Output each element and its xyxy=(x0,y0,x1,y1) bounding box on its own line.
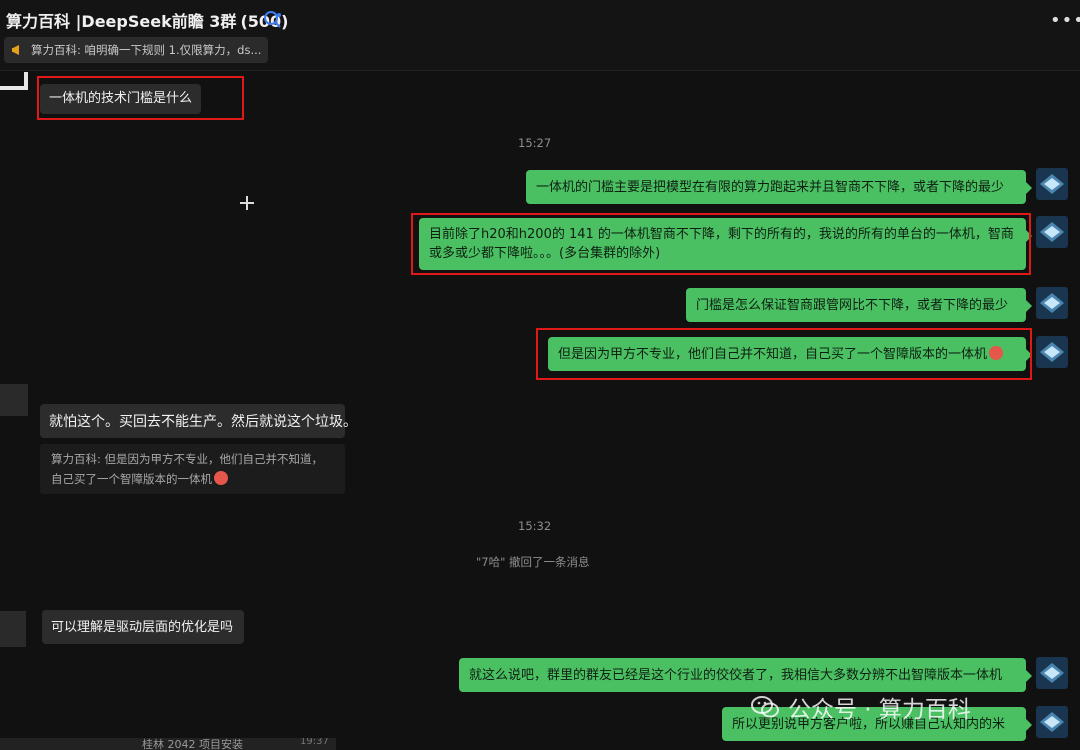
message-text: 可以理解是驱动层面的优化是吗 xyxy=(51,620,234,635)
message-text: 就这么说吧，群里的群友已经是这个行业的佼佼者了，我相信大多数分辨不出智障版本一体… xyxy=(469,668,1003,683)
message-bubble-left[interactable]: 可以理解是驱动层面的优化是吗 xyxy=(42,610,244,644)
message-text: 门槛是怎么保证智商跟管网比不下降，或者下降的最少 xyxy=(696,298,1009,313)
message-bubble-left[interactable]: 一体机的技术门槛是什么 xyxy=(40,84,202,114)
chip-avatar-icon[interactable] xyxy=(1036,216,1068,248)
wechat-watermark: 公众号 · 算力百科 xyxy=(750,690,971,724)
avatar-partial-edge xyxy=(24,72,28,90)
message-text: 但是因为甲方不专业，他们自己并不知道，自己买了一个智障版本的一体机 xyxy=(558,347,988,362)
chip-avatar-icon[interactable] xyxy=(1036,287,1068,319)
recall-notice: "7哈" 撤回了一条消息 xyxy=(476,555,590,569)
user-avatar[interactable] xyxy=(0,384,28,416)
background-window-strip: 桂林 2042 项目安装 19:37 xyxy=(0,738,336,750)
wechat-logo-icon xyxy=(751,696,779,718)
message-bubble-right[interactable]: 一体机的门槛主要是把模型在有限的算力跑起来并且智商不下降，或者下降的最少 xyxy=(526,170,1032,204)
message-text: 目前除了h20和h200的 141 的一体机智商不下降，剩下的所有的，我说的所有… xyxy=(429,227,1014,261)
message-text: 一体机的门槛主要是把模型在有限的算力跑起来并且智商不下降，或者下降的最少 xyxy=(536,180,1005,195)
message-bubble-left[interactable]: 就怕这个。买回去不能生产。然后就说这个垃圾。 xyxy=(40,404,357,438)
pinned-message[interactable]: 算力百科: 咱明确一下规则 1.仅限算力，ds... xyxy=(4,37,268,63)
message-text: 就怕这个。买回去不能生产。然后就说这个垃圾。 xyxy=(49,414,357,430)
message-bubble-right[interactable]: 但是因为甲方不专业，他们自己并不知道，自己买了一个智障版本的一体机 xyxy=(548,337,1032,371)
message-text: 一体机的技术门槛是什么 xyxy=(49,91,193,106)
timestamp: 15:27 xyxy=(518,136,552,150)
user-avatar[interactable] xyxy=(0,611,26,647)
timestamp: 15:32 xyxy=(518,519,552,533)
background-chat-preview: 桂林 2042 项目安装 xyxy=(142,738,243,750)
pinned-text: 算力百科: 咱明确一下规则 1.仅限算力，ds... xyxy=(31,43,262,57)
watermark-text: 公众号 · 算力百科 xyxy=(788,697,971,723)
quoted-reply[interactable]: 算力百科: 但是因为甲方不专业，他们自己并不知道，自己买了一个智障版本的一体机 xyxy=(40,444,345,494)
group-name: 算力百科 |DeepSeek前瞻 3群 xyxy=(6,12,237,31)
search-people-icon[interactable] xyxy=(263,10,283,28)
quote-text: 算力百科: 但是因为甲方不专业，他们自己并不知道，自己买了一个智障版本的一体机 xyxy=(51,452,324,486)
chip-avatar-icon[interactable] xyxy=(1036,706,1068,738)
pin-megaphone-icon xyxy=(12,45,19,55)
chip-avatar-icon[interactable] xyxy=(1036,657,1068,689)
chip-avatar-icon[interactable] xyxy=(1036,168,1068,200)
flushed-emoji-icon xyxy=(989,346,1004,360)
background-chat-time: 19:37 xyxy=(300,738,329,747)
flushed-emoji-icon xyxy=(214,471,228,485)
message-bubble-right[interactable]: 就这么说吧，群里的群友已经是这个行业的佼佼者了，我相信大多数分辨不出智障版本一体… xyxy=(459,658,1032,692)
chat-header: 算力百科 |DeepSeek前瞻 3群(500) ••• 算力百科: 咱明确一下… xyxy=(0,0,1080,71)
message-bubble-right[interactable]: 门槛是怎么保证智商跟管网比不下降，或者下降的最少 xyxy=(686,288,1032,322)
more-dots-icon[interactable]: ••• xyxy=(1050,10,1080,31)
crosshair-cursor-icon xyxy=(240,196,254,210)
message-bubble-right[interactable]: 目前除了h20和h200的 141 的一体机智商不下降，剩下的所有的，我说的所有… xyxy=(419,218,1032,270)
chip-avatar-icon[interactable] xyxy=(1036,336,1068,368)
chat-title[interactable]: 算力百科 |DeepSeek前瞻 3群 (500) xyxy=(6,8,288,32)
